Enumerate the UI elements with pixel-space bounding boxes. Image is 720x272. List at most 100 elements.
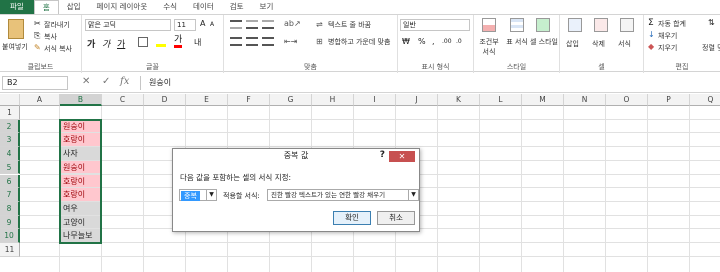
- format-painter-button[interactable]: 서식 복사: [44, 44, 72, 54]
- fill-color-icon[interactable]: [156, 37, 166, 47]
- autosum-button[interactable]: 자동 합계: [658, 19, 686, 29]
- comma-icon[interactable]: ,: [432, 37, 435, 46]
- column-header[interactable]: E: [186, 94, 228, 106]
- fill-icon[interactable]: ↓: [648, 30, 655, 39]
- decrease-decimal-icon[interactable]: .0: [456, 38, 462, 45]
- cell-b3[interactable]: 호랑이: [60, 133, 101, 148]
- tab-data[interactable]: 데이터: [185, 0, 222, 14]
- wrap-text-icon[interactable]: ⇌: [316, 20, 323, 29]
- column-header[interactable]: A: [20, 94, 60, 106]
- tab-formulas[interactable]: 수식: [155, 0, 185, 14]
- phonetic-icon[interactable]: 내: [194, 37, 201, 48]
- bold-icon[interactable]: 가: [87, 37, 95, 50]
- column-header[interactable]: K: [438, 94, 480, 106]
- tab-page-layout[interactable]: 페이지 레이아웃: [89, 0, 156, 14]
- wrap-text-button[interactable]: 텍스트 줄 바꿈: [328, 20, 371, 30]
- indent-icon[interactable]: ⇤⇥: [284, 37, 297, 46]
- row-header[interactable]: 2: [0, 119, 20, 134]
- percent-icon[interactable]: %: [418, 37, 426, 46]
- enter-icon[interactable]: ✓: [102, 76, 110, 87]
- close-icon[interactable]: ✕: [389, 151, 415, 162]
- column-header[interactable]: D: [144, 94, 186, 106]
- currency-icon[interactable]: ₩: [402, 37, 410, 46]
- column-header[interactable]: M: [522, 94, 564, 106]
- font-name-select[interactable]: 맑은 고딕: [85, 19, 171, 31]
- shrink-font-icon[interactable]: A: [210, 21, 214, 28]
- clear-icon[interactable]: ◆: [648, 42, 654, 51]
- paste-icon[interactable]: [8, 19, 24, 39]
- tab-review[interactable]: 검토: [222, 0, 252, 14]
- number-format-select[interactable]: 일반: [400, 19, 470, 31]
- underline-icon[interactable]: 가: [117, 37, 125, 50]
- increase-decimal-icon[interactable]: .00: [442, 38, 452, 45]
- row-header[interactable]: 4: [0, 147, 20, 161]
- clear-button[interactable]: 지우기: [658, 43, 677, 53]
- align-left-icon[interactable]: [230, 37, 242, 46]
- sort-filter-icon[interactable]: ⇅: [708, 18, 715, 27]
- format-button[interactable]: 서식: [618, 39, 631, 49]
- row-header[interactable]: 6: [0, 174, 20, 189]
- tab-insert[interactable]: 삽입: [59, 0, 89, 14]
- fill-button[interactable]: 채우기: [658, 31, 677, 41]
- row-header[interactable]: 10: [0, 229, 20, 243]
- grow-font-icon[interactable]: A: [200, 19, 205, 28]
- row-header[interactable]: 8: [0, 201, 20, 216]
- chevron-down-icon[interactable]: ▼: [206, 190, 216, 200]
- column-header[interactable]: Q: [690, 94, 720, 106]
- column-header[interactable]: H: [312, 94, 354, 106]
- column-header[interactable]: I: [354, 94, 396, 106]
- column-header[interactable]: J: [396, 94, 438, 106]
- delete-cells-icon[interactable]: [594, 18, 608, 32]
- column-header[interactable]: G: [270, 94, 312, 106]
- name-box[interactable]: B2: [2, 76, 68, 90]
- align-middle-icon[interactable]: [246, 20, 258, 29]
- merge-center-button[interactable]: 병합하고 가운데 맞춤: [328, 37, 390, 47]
- cell-b4[interactable]: 사자: [60, 147, 101, 161]
- format-painter-icon[interactable]: ✎: [34, 43, 41, 52]
- cell-b9[interactable]: 고양이: [60, 215, 101, 230]
- duplicate-type-select[interactable]: 중복 ▼: [179, 189, 217, 201]
- copy-icon[interactable]: ⎘: [34, 31, 40, 41]
- cell-styles-icon[interactable]: [536, 18, 550, 32]
- align-top-icon[interactable]: [230, 20, 242, 29]
- cell-b10[interactable]: 나무늘보: [60, 229, 101, 243]
- tab-file[interactable]: 파일: [0, 0, 34, 14]
- conditional-format-button[interactable]: 조건부 서식: [476, 37, 502, 57]
- row-header[interactable]: 11: [0, 243, 20, 257]
- sort-filter-button[interactable]: 정렬 및 필터: [702, 43, 720, 53]
- cell-b8[interactable]: 여우: [60, 201, 101, 216]
- format-select[interactable]: 진한 빨강 텍스트가 있는 연한 빨강 채우기 ▼: [267, 189, 419, 201]
- column-header[interactable]: N: [564, 94, 606, 106]
- row-header[interactable]: 5: [0, 160, 20, 175]
- copy-button[interactable]: 복사: [44, 32, 57, 42]
- cut-button[interactable]: 잘라내기: [44, 20, 70, 30]
- autosum-icon[interactable]: Σ: [648, 18, 654, 28]
- tab-view[interactable]: 보기: [252, 0, 282, 14]
- format-as-table-button[interactable]: 표 서식: [506, 37, 528, 47]
- cut-icon[interactable]: ✂: [34, 19, 41, 28]
- column-header[interactable]: C: [102, 94, 144, 106]
- cell-b7[interactable]: 호랑이: [60, 188, 101, 202]
- orientation-icon[interactable]: ab↗: [284, 19, 301, 28]
- ok-button[interactable]: 확인: [333, 211, 371, 225]
- cell-b6[interactable]: 호랑이: [60, 174, 101, 189]
- cancel-icon[interactable]: ✕: [82, 76, 90, 87]
- row-header[interactable]: 3: [0, 133, 20, 148]
- select-all-corner[interactable]: [0, 94, 20, 106]
- insert-function-icon[interactable]: fx: [120, 76, 129, 87]
- delete-button[interactable]: 삭제: [592, 39, 605, 49]
- column-header[interactable]: P: [648, 94, 690, 106]
- format-cells-icon[interactable]: [620, 18, 634, 32]
- row-header[interactable]: 7: [0, 188, 20, 202]
- column-header[interactable]: F: [228, 94, 270, 106]
- paste-button[interactable]: 붙여넣기: [2, 42, 28, 52]
- column-header[interactable]: B: [60, 94, 102, 106]
- italic-icon[interactable]: 가: [102, 37, 110, 50]
- align-center-icon[interactable]: [246, 37, 258, 46]
- cancel-button[interactable]: 취소: [377, 211, 415, 225]
- formula-input[interactable]: 원숭이: [140, 76, 718, 90]
- align-bottom-icon[interactable]: [262, 20, 274, 29]
- chevron-down-icon[interactable]: ▼: [408, 190, 418, 200]
- merge-icon[interactable]: ⊞: [316, 37, 323, 46]
- conditional-format-icon[interactable]: [482, 18, 496, 32]
